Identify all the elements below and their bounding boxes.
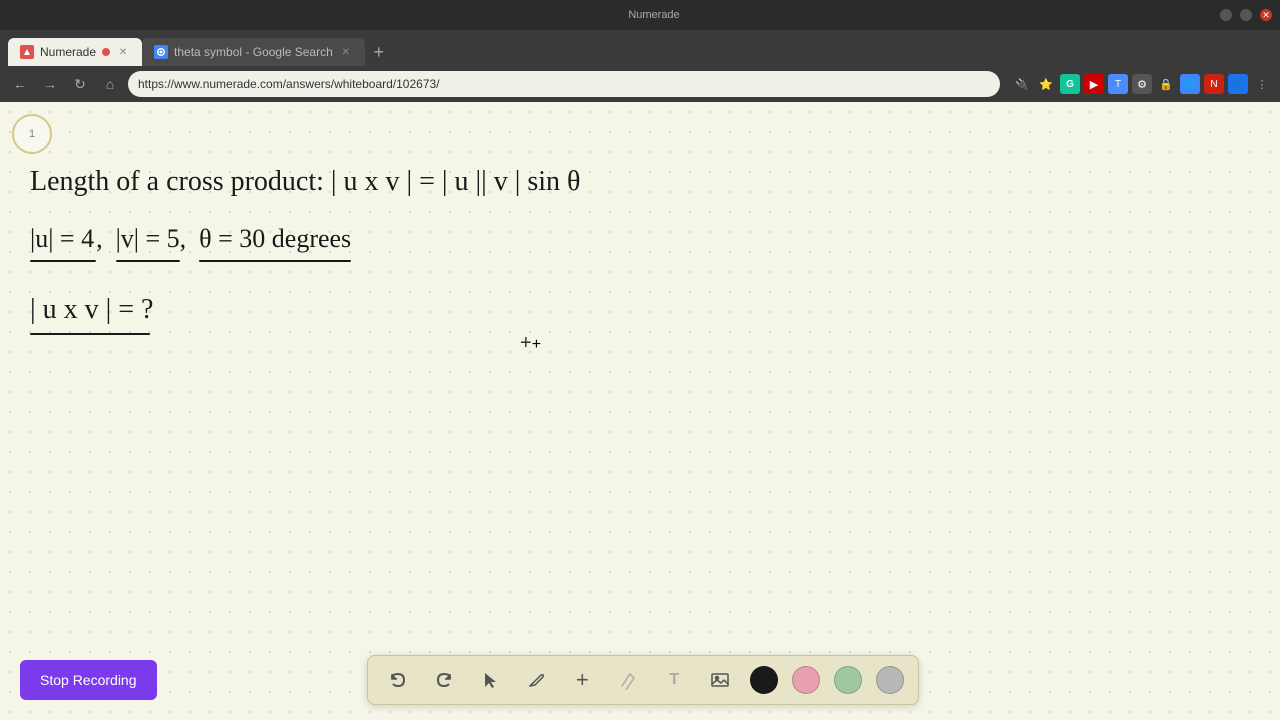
ext-star[interactable]: ⭐ — [1036, 74, 1056, 94]
tab-numerade-close[interactable]: ✕ — [116, 45, 130, 59]
new-tab-button[interactable]: + — [365, 38, 393, 66]
minimize-button[interactable]: ─ — [1220, 9, 1232, 21]
url-bar[interactable]: https://www.numerade.com/answers/whitebo… — [128, 71, 1000, 97]
numerade-favicon — [20, 45, 34, 59]
theta-value: θ = 30 degrees — [199, 221, 351, 257]
ext-1[interactable]: ▶ — [1084, 74, 1104, 94]
given-values-line: |u| = 4, |v| = 5, θ = 30 degrees — [30, 221, 1250, 257]
question-expression: | u x v | = ? — [30, 290, 153, 329]
u-magnitude: |u| = 4 — [30, 221, 96, 257]
tab-recording-indicator — [102, 48, 110, 56]
ext-4[interactable]: 🔒 — [1156, 74, 1176, 94]
color-black[interactable] — [750, 666, 778, 694]
tab-numerade[interactable]: Numerade ✕ — [8, 38, 142, 66]
tab-numerade-label: Numerade — [40, 45, 96, 59]
add-tool-button[interactable]: + — [566, 664, 598, 696]
forward-button[interactable]: → — [38, 72, 62, 96]
given-values-container: |u| = 4, |v| = 5, θ = 30 degrees — [30, 221, 1250, 257]
browser-chrome: Numerade ─ □ ✕ Numerade ✕ theta sy — [0, 0, 1280, 102]
tab-google-close[interactable]: ✕ — [339, 45, 353, 59]
ext-6[interactable]: 👤 — [1228, 74, 1248, 94]
tabs-bar: Numerade ✕ theta symbol - Google Search … — [0, 30, 1280, 66]
tab-google-label: theta symbol - Google Search — [174, 45, 333, 59]
ext-grammarly[interactable]: G — [1060, 74, 1080, 94]
ext-3[interactable]: ⚙ — [1132, 74, 1152, 94]
google-favicon — [154, 45, 168, 59]
formula-line: Length of a cross product: | u x v | = |… — [30, 162, 1250, 201]
browser-extensions: 🔌 ⭐ G ▶ T ⚙ 🔒 🌐 N 👤 ⋮ — [1012, 74, 1272, 94]
color-green[interactable] — [834, 666, 862, 694]
window-controls: ─ □ ✕ — [1220, 9, 1272, 21]
refresh-button[interactable]: ↻ — [68, 72, 92, 96]
url-text: https://www.numerade.com/answers/whitebo… — [138, 77, 440, 91]
page-number-badge: 1 — [12, 114, 52, 154]
ext-menu[interactable]: ⋮ — [1252, 74, 1272, 94]
title-bar: Numerade ─ □ ✕ — [0, 0, 1280, 30]
cursor: + — [520, 332, 540, 352]
home-button[interactable]: ⌂ — [98, 72, 122, 96]
back-button[interactable]: ← — [8, 72, 32, 96]
color-pink[interactable] — [792, 666, 820, 694]
ext-5[interactable]: N — [1204, 74, 1224, 94]
v-magnitude: |v| = 5 — [116, 221, 180, 257]
color-gray[interactable] — [876, 666, 904, 694]
undo-button[interactable] — [382, 664, 414, 696]
pen-tool-button[interactable] — [520, 664, 552, 696]
badge-number: 1 — [29, 128, 35, 140]
ext-2[interactable]: T — [1108, 74, 1128, 94]
tab-google[interactable]: theta symbol - Google Search ✕ — [142, 38, 365, 66]
ext-translate[interactable]: 🌐 — [1180, 74, 1200, 94]
window-title: Numerade — [628, 9, 679, 21]
stop-recording-button[interactable]: Stop Recording — [20, 660, 157, 700]
page-content: 1 Length of a cross product: | u x v | =… — [0, 102, 1280, 720]
text-tool-button[interactable]: T — [658, 664, 690, 696]
question-line: | u x v | = ? — [30, 290, 1250, 329]
close-button[interactable]: ✕ — [1260, 9, 1272, 21]
question-container: | u x v | = ? — [30, 290, 1250, 329]
whiteboard-content: Length of a cross product: | u x v | = |… — [30, 162, 1250, 329]
redo-button[interactable] — [428, 664, 460, 696]
maximize-button[interactable]: □ — [1240, 9, 1252, 21]
ext-vpn[interactable]: 🔌 — [1012, 74, 1032, 94]
bottom-bar: Stop Recording — [0, 640, 1280, 720]
eraser-tool-button[interactable] — [612, 664, 644, 696]
address-bar: ← → ↻ ⌂ https://www.numerade.com/answers… — [0, 66, 1280, 102]
drawing-toolbar: + T — [367, 655, 919, 705]
image-tool-button[interactable] — [704, 664, 736, 696]
select-tool-button[interactable] — [474, 664, 506, 696]
